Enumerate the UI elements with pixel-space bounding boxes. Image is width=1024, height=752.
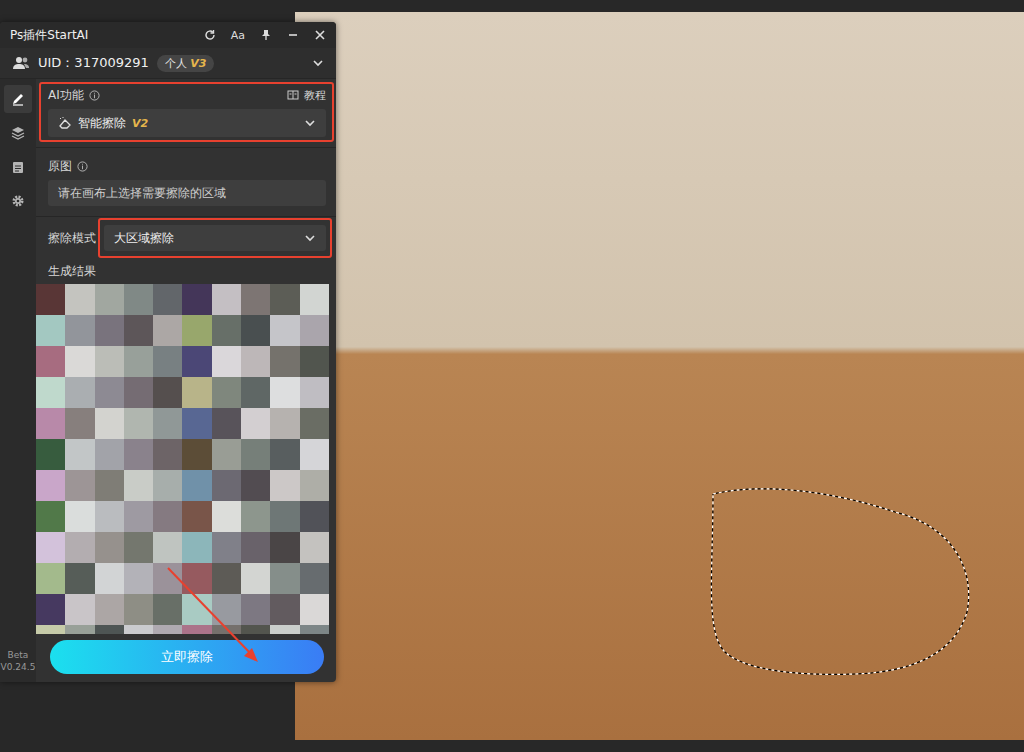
photoshop-workspace: Ps插件StartAI Aa UID：317009291 个人 V3 Beta … — [0, 0, 1024, 752]
book-icon[interactable] — [287, 89, 299, 101]
title-bar: Ps插件StartAI Aa — [0, 22, 336, 48]
annotation-arrow-icon — [0, 0, 1024, 752]
annotation-box: 大区域擦除 — [104, 225, 326, 251]
erase-mode-label: 擦除模式 — [48, 230, 96, 247]
ai-function-select[interactable]: 智能擦除 V2 — [48, 109, 326, 137]
rail-item[interactable] — [4, 119, 32, 147]
ai-function-label: AI功能 — [48, 87, 84, 104]
users-icon — [12, 56, 30, 70]
result-preview-image[interactable] — [36, 284, 329, 634]
info-icon[interactable] — [77, 161, 88, 172]
minimize-icon[interactable] — [287, 29, 299, 41]
panel-title: Ps插件StartAI — [10, 27, 88, 44]
chevron-down-icon — [304, 117, 316, 129]
clipboard-icon — [11, 160, 25, 174]
chevron-down-icon — [304, 232, 316, 244]
gear-icon — [11, 194, 25, 208]
chevron-down-icon[interactable] — [312, 57, 324, 69]
canvas-photo[interactable] — [295, 12, 1024, 740]
font-size-button[interactable]: Aa — [231, 29, 245, 42]
result-label: 生成结果 — [48, 263, 326, 280]
pen-icon — [11, 92, 25, 106]
tutorial-link[interactable]: 教程 — [304, 88, 326, 103]
erase-button[interactable]: 立即擦除 — [50, 640, 324, 674]
account-row[interactable]: UID：317009291 个人 V3 — [0, 48, 336, 79]
info-icon[interactable] — [89, 90, 100, 101]
layers-icon — [11, 126, 25, 140]
pin-icon[interactable] — [260, 29, 272, 41]
plugin-panel: Ps插件StartAI Aa UID：317009291 个人 V3 Beta … — [0, 22, 336, 682]
lasso-selection — [295, 12, 1024, 740]
source-field[interactable]: 请在画布上选择需要擦除的区域 — [48, 180, 326, 206]
close-icon[interactable] — [314, 29, 326, 41]
source-label: 原图 — [48, 158, 72, 175]
uid-text: UID：317009291 — [38, 54, 149, 72]
side-rail: Beta V0.24.5 — [0, 79, 36, 682]
eraser-icon — [58, 116, 72, 130]
plan-badge: 个人 V3 — [157, 55, 215, 72]
version-info: Beta V0.24.5 — [1, 649, 36, 682]
annotation-box: AI功能 教程 智能擦除 V2 — [48, 85, 326, 137]
rail-item[interactable] — [4, 153, 32, 181]
refresh-icon[interactable] — [204, 29, 216, 41]
rail-item[interactable] — [4, 85, 32, 113]
erase-mode-select[interactable]: 大区域擦除 — [104, 225, 326, 251]
rail-item[interactable] — [4, 187, 32, 215]
